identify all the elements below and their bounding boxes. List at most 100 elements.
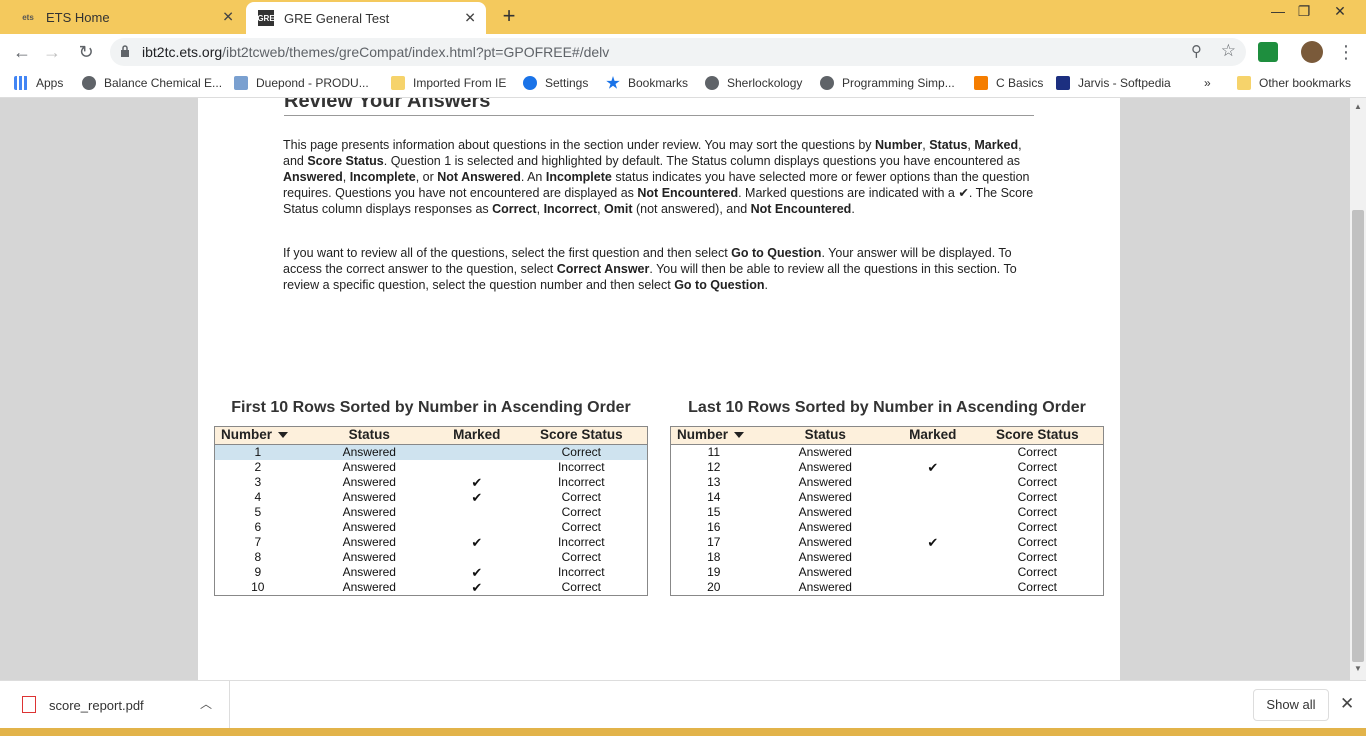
folder-icon — [391, 76, 405, 90]
bookmarks-bar: Apps Balance Chemical E... Duepond - PRO… — [0, 70, 1366, 98]
bookmark-duepond[interactable]: Duepond - PRODU... — [234, 76, 369, 90]
status-cell: Answered — [798, 445, 852, 459]
tab-label: ETS Home — [46, 9, 110, 25]
table-row[interactable]: 3 Answered ✔ Incorrect — [215, 475, 647, 490]
bookmark-other-bookmarks[interactable]: Other bookmarks — [1237, 76, 1351, 90]
restore-icon[interactable]: ❐ — [1290, 0, 1318, 22]
table-row[interactable]: 10 Answered ✔ Correct — [215, 580, 647, 595]
bookmark-apps[interactable]: Apps — [14, 76, 63, 90]
blogger-icon — [974, 76, 988, 90]
new-tab-button[interactable]: + — [498, 5, 520, 28]
scrollbar-thumb[interactable] — [1352, 210, 1364, 662]
table-row[interactable]: 1 Answered Correct — [215, 445, 647, 460]
download-item[interactable]: score_report.pdf ︿ — [0, 681, 230, 729]
table-row[interactable]: 6 Answered Correct — [215, 520, 647, 535]
table-row[interactable]: 11 Answered Correct — [671, 445, 1103, 460]
status-cell: Answered — [342, 490, 396, 504]
column-header-marked[interactable]: Marked — [438, 427, 516, 444]
tab-gre-general-test[interactable]: GRE GRE General Test ✕ — [246, 2, 486, 34]
bookmark-sherlockology[interactable]: Sherlockology — [705, 76, 802, 90]
bookmarks-overflow-icon[interactable]: » — [1204, 76, 1211, 90]
column-header-score-status[interactable]: Score Status — [516, 427, 647, 444]
table-row[interactable]: 14 Answered Correct — [671, 490, 1103, 505]
column-header-number[interactable]: Number — [671, 427, 757, 444]
question-number: 11 — [707, 445, 721, 459]
globe-icon — [820, 76, 834, 90]
vertical-scrollbar[interactable]: ▲ ▼ — [1350, 98, 1366, 680]
table-row[interactable]: 16 Answered Correct — [671, 520, 1103, 535]
marked-cell: ✔ — [438, 490, 516, 505]
minimize-icon[interactable]: — — [1264, 0, 1292, 22]
table-row[interactable]: 15 Answered Correct — [671, 505, 1103, 520]
table-row[interactable]: 19 Answered Correct — [671, 565, 1103, 580]
table-row[interactable]: 7 Answered ✔ Incorrect — [215, 535, 647, 550]
table-row[interactable]: 17 Answered ✔ Correct — [671, 535, 1103, 550]
column-header-status[interactable]: Status — [757, 427, 894, 444]
bookmark-c-basics[interactable]: C Basics — [974, 76, 1043, 90]
avatar[interactable] — [1301, 41, 1323, 63]
bookmark-imported-from-ie[interactable]: Imported From IE — [391, 76, 506, 90]
table-row[interactable]: 18 Answered Correct — [671, 550, 1103, 565]
bookmark-balance-chemical[interactable]: Balance Chemical E... — [82, 76, 222, 90]
sort-descending-arrow-icon[interactable] — [278, 432, 289, 439]
marked-cell — [438, 445, 516, 460]
table-row[interactable]: 8 Answered Correct — [215, 550, 647, 565]
reload-icon[interactable]: ↻ — [74, 40, 98, 64]
check-mark-icon: ✔ — [471, 490, 483, 505]
forward-arrow-icon[interactable]: → — [40, 40, 64, 64]
download-filename: score_report.pdf — [49, 698, 144, 713]
table-row[interactable]: 20 Answered Correct — [671, 580, 1103, 595]
question-number: 4 — [254, 490, 262, 504]
show-all-button[interactable]: Show all — [1253, 689, 1329, 721]
question-number: 1 — [254, 445, 262, 459]
divider — [284, 115, 1034, 116]
scroll-up-arrow-icon[interactable]: ▲ — [1354, 102, 1362, 111]
check-mark-icon: ✔ — [471, 535, 483, 550]
address-bar[interactable]: ibt2tc.ets.org/ibt2tcweb/themes/greCompa… — [110, 38, 1246, 66]
zoom-icon[interactable]: ⚲ — [1191, 42, 1202, 60]
marked-cell — [438, 520, 516, 535]
marked-cell — [894, 520, 972, 535]
status-cell: Answered — [798, 520, 852, 534]
back-arrow-icon[interactable]: ← — [10, 40, 34, 64]
table-row[interactable]: 13 Answered Correct — [671, 475, 1103, 490]
sort-descending-arrow-icon[interactable] — [734, 432, 745, 439]
bookmark-bookmarks[interactable]: Bookmarks — [606, 76, 688, 90]
scroll-down-arrow-icon[interactable]: ▼ — [1354, 664, 1362, 673]
pdf-icon — [22, 696, 36, 713]
score-status-cell: Correct — [1017, 445, 1057, 459]
bookmark-jarvis[interactable]: Jarvis - Softpedia — [1056, 76, 1171, 90]
status-cell: Answered — [798, 550, 852, 564]
table-row[interactable]: 4 Answered ✔ Correct — [215, 490, 647, 505]
status-cell: Answered — [798, 490, 852, 504]
score-status-cell: Correct — [1017, 535, 1057, 549]
status-cell: Answered — [342, 550, 396, 564]
tab-ets-home[interactable]: ets ETS Home ✕ — [8, 0, 244, 34]
chevron-up-icon[interactable]: ︿ — [200, 695, 212, 712]
table-row[interactable]: 9 Answered ✔ Incorrect — [215, 565, 647, 580]
extension-icon[interactable] — [1258, 42, 1278, 62]
column-header-number[interactable]: Number — [215, 427, 301, 444]
bookmark-settings[interactable]: Settings — [523, 76, 588, 90]
column-header-score-status[interactable]: Score Status — [972, 427, 1103, 444]
menu-icon[interactable]: ⋮ — [1334, 40, 1358, 64]
bookmark-star-icon[interactable]: ☆ — [1221, 41, 1236, 61]
status-cell: Answered — [342, 505, 396, 519]
bookmark-programming-simp[interactable]: Programming Simp... — [820, 76, 955, 90]
ets-logo-icon: ets — [22, 12, 34, 22]
score-status-cell: Correct — [1017, 565, 1057, 579]
score-status-cell: Correct — [1017, 460, 1057, 474]
table-row[interactable]: 12 Answered ✔ Correct — [671, 460, 1103, 475]
table-row[interactable]: 2 Answered Incorrect — [215, 460, 647, 475]
window-close-icon[interactable]: ✕ — [1326, 0, 1354, 22]
column-header-status[interactable]: Status — [301, 427, 438, 444]
status-cell: Answered — [798, 565, 852, 579]
close-downloads-icon[interactable]: ✕ — [1340, 694, 1354, 714]
column-header-marked[interactable]: Marked — [894, 427, 972, 444]
tab-close-icon[interactable]: ✕ — [222, 9, 234, 26]
marked-cell: ✔ — [894, 535, 972, 550]
tab-close-icon[interactable]: ✕ — [464, 10, 476, 27]
status-cell: Answered — [798, 505, 852, 519]
table-row[interactable]: 5 Answered Correct — [215, 505, 647, 520]
question-number: 5 — [254, 505, 262, 519]
